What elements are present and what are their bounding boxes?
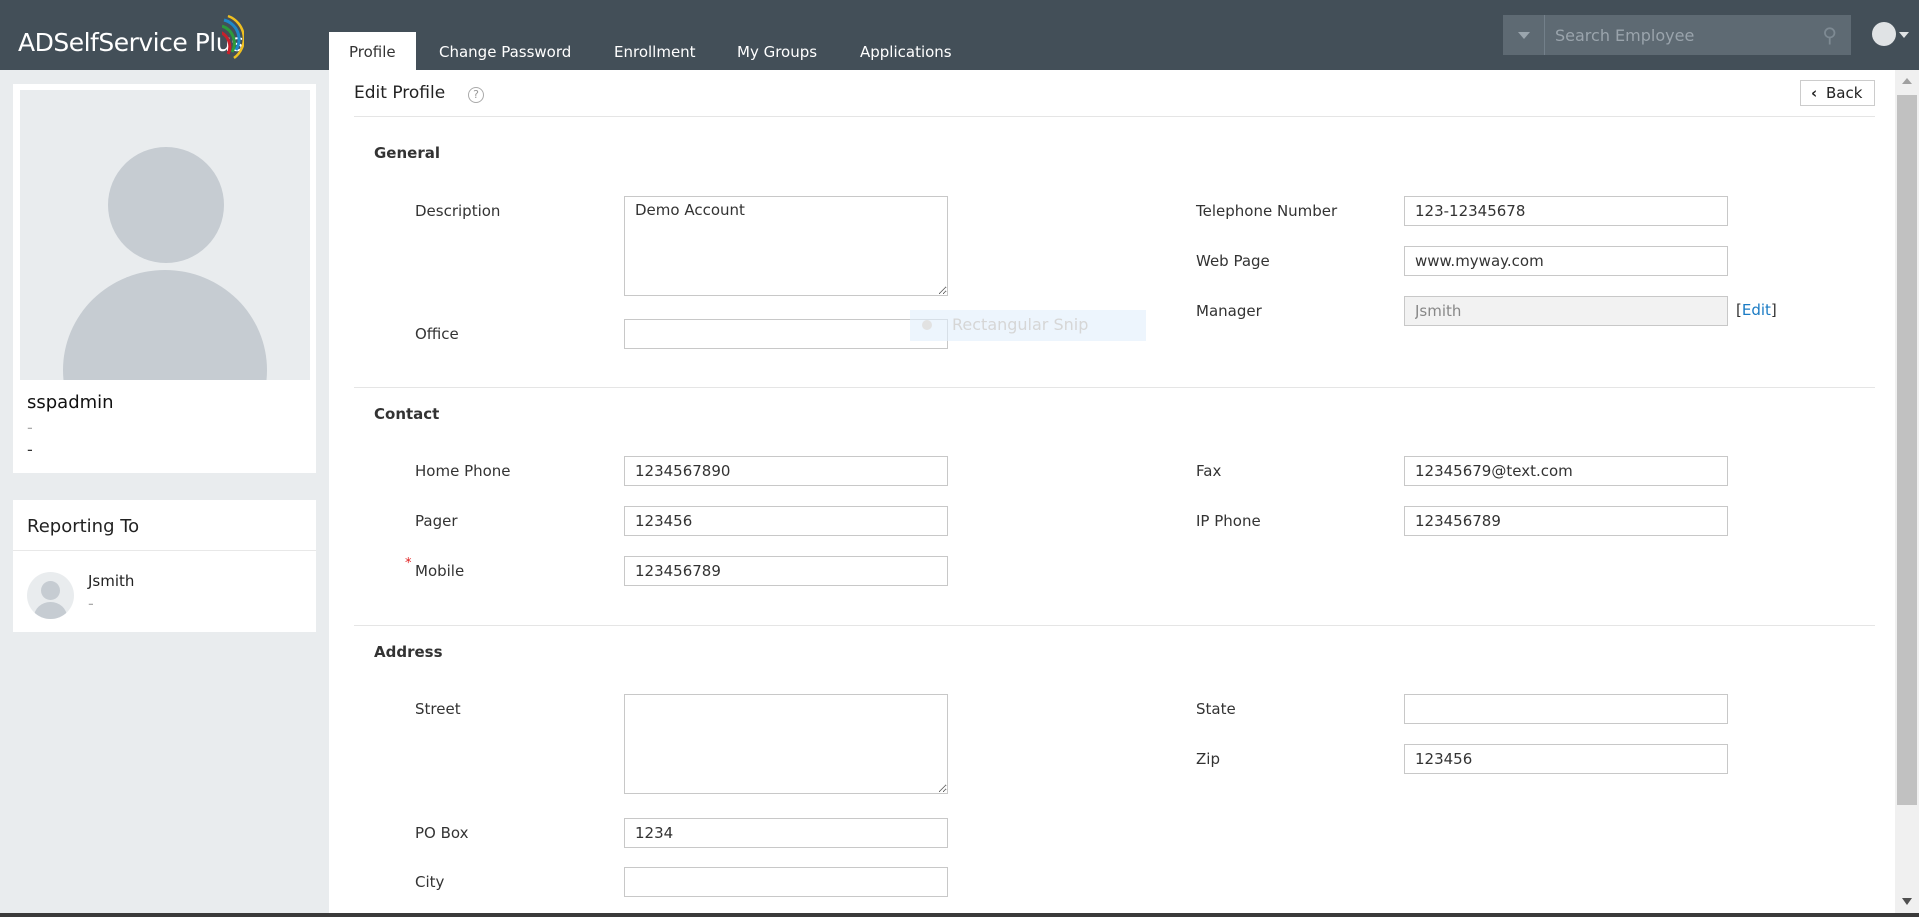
manager-avatar <box>27 572 74 619</box>
city-field[interactable] <box>624 867 948 897</box>
state-field[interactable] <box>1404 694 1728 724</box>
manager-field <box>1404 296 1728 326</box>
web-page-label: Web Page <box>1196 252 1270 270</box>
search-icon[interactable]: ⚲ <box>1822 23 1837 47</box>
tab-change-password[interactable]: Change Password <box>419 32 591 70</box>
chevron-down-icon[interactable] <box>1899 32 1909 43</box>
profile-card: sspadmin - - <box>13 84 316 473</box>
tab-my-groups[interactable]: My Groups <box>717 32 837 70</box>
page-title: Edit Profile <box>354 83 446 103</box>
ip-phone-label: IP Phone <box>1196 512 1261 530</box>
top-header: ADSelfService Plus Profile Change Passwo… <box>0 0 1919 70</box>
manager-label: Manager <box>1196 302 1262 320</box>
description-label: Description <box>415 202 501 220</box>
search-filter-dropdown[interactable] <box>1503 15 1545 55</box>
search-input[interactable] <box>1555 21 1805 49</box>
telephone-label: Telephone Number <box>1196 202 1338 220</box>
mobile-label: Mobile <box>415 562 465 580</box>
street-field[interactable] <box>624 694 948 794</box>
app-logo[interactable]: ADSelfService Plus <box>18 28 244 57</box>
edit-link-text[interactable]: Edit <box>1742 301 1771 319</box>
reporting-to-title: Reporting To <box>27 516 140 537</box>
city-label: City <box>415 873 445 891</box>
sidebar: sspadmin - - Reporting To Jsmith - <box>0 70 329 913</box>
web-page-field[interactable] <box>1404 246 1728 276</box>
required-asterisk: * <box>405 556 412 571</box>
po-box-field[interactable] <box>624 818 948 848</box>
fax-field[interactable] <box>1404 456 1728 486</box>
profile-name: sspadmin <box>27 392 114 413</box>
manager-edit-link[interactable]: [Edit] <box>1736 301 1777 319</box>
tab-applications[interactable]: Applications <box>840 32 972 70</box>
user-account-icon[interactable] <box>1872 22 1896 46</box>
office-label: Office <box>415 325 459 343</box>
mobile-field[interactable] <box>624 556 948 586</box>
street-label: Street <box>415 700 461 718</box>
description-field[interactable]: Demo Account <box>624 196 948 296</box>
snip-dot-icon <box>922 320 932 330</box>
zip-label: Zip <box>1196 750 1220 768</box>
taskbar-strip <box>0 913 1919 917</box>
manager-sub: - <box>88 594 94 613</box>
office-field[interactable] <box>624 319 948 349</box>
back-button[interactable]: ‹ Back <box>1800 80 1875 106</box>
reporting-to-card: Reporting To Jsmith - <box>13 500 316 632</box>
profile-line-2: - <box>27 440 33 459</box>
fax-label: Fax <box>1196 462 1222 480</box>
profile-line-1: - <box>27 418 33 437</box>
section-general: General <box>374 144 440 162</box>
back-label: Back <box>1826 84 1863 102</box>
tab-profile[interactable]: Profile <box>329 32 416 70</box>
manager-name[interactable]: Jsmith <box>88 572 134 590</box>
logo-arc-icon <box>222 14 244 60</box>
po-box-label: PO Box <box>415 824 469 842</box>
state-label: State <box>1196 700 1236 718</box>
section-contact: Contact <box>374 405 440 423</box>
snip-label: Rectangular Snip <box>952 315 1089 334</box>
home-phone-label: Home Phone <box>415 462 511 480</box>
scroll-up-icon[interactable] <box>1902 78 1912 84</box>
profile-photo[interactable] <box>20 90 310 380</box>
scrollbar-thumb[interactable] <box>1897 95 1917 805</box>
scroll-down-icon[interactable] <box>1902 898 1912 905</box>
telephone-field[interactable] <box>1404 196 1728 226</box>
zip-field[interactable] <box>1404 744 1728 774</box>
section-address: Address <box>374 643 443 661</box>
tab-enrollment[interactable]: Enrollment <box>594 32 716 70</box>
search-box: ⚲ <box>1503 15 1851 55</box>
help-icon[interactable]: ? <box>468 87 484 103</box>
pager-field[interactable] <box>624 506 948 536</box>
home-phone-field[interactable] <box>624 456 948 486</box>
chevron-left-icon: ‹ <box>1811 84 1818 102</box>
snip-overlay: Rectangular Snip <box>910 310 1146 341</box>
pager-label: Pager <box>415 512 458 530</box>
ip-phone-field[interactable] <box>1404 506 1728 536</box>
